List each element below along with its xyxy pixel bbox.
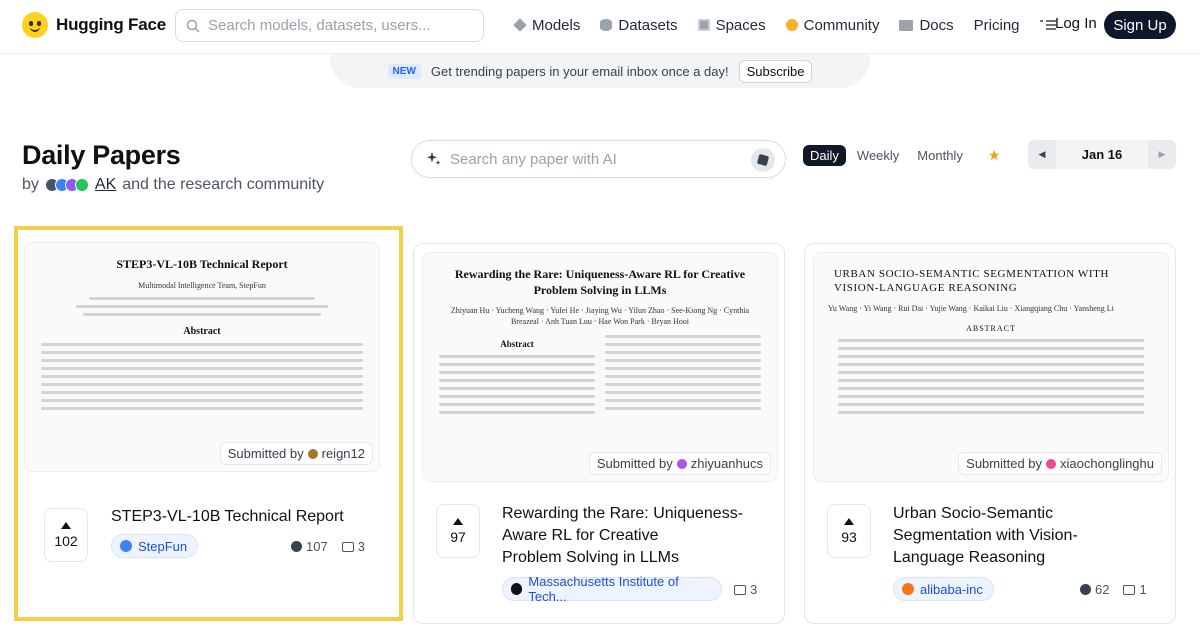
- paper-stats: 62 1: [1080, 582, 1147, 597]
- github-icon: [1080, 584, 1091, 595]
- github-icon: [291, 541, 302, 552]
- docs-icon: [899, 19, 914, 31]
- star-icon[interactable]: ★: [988, 147, 1001, 164]
- brand-logo[interactable]: Hugging Face: [22, 12, 166, 38]
- sparkle-icon: [427, 152, 441, 166]
- paper-card[interactable]: STEP3-VL-10B Technical Report Multimodal…: [14, 226, 403, 621]
- avatar: [307, 448, 318, 459]
- org-logo-icon: [902, 583, 914, 595]
- github-stars[interactable]: 107: [291, 539, 328, 554]
- current-date: Jan 16: [1081, 147, 1123, 162]
- comment-icon: [734, 584, 746, 595]
- avatar: [74, 178, 89, 192]
- paper-thumbnail[interactable]: STEP3-VL-10B Technical Report Multimodal…: [24, 242, 380, 472]
- brand-name: Hugging Face: [56, 15, 166, 34]
- comment-icon: [1123, 584, 1136, 595]
- newsletter-banner: NEW Get trending papers in your email in…: [330, 54, 870, 88]
- submitted-by[interactable]: Submitted by xiaochonglinghu: [958, 452, 1162, 475]
- paper-thumbnail[interactable]: URBAN SOCIO-SEMANTIC SEGMENTATION WITH V…: [813, 252, 1169, 482]
- upvote-button[interactable]: 102: [44, 508, 88, 562]
- comments-count[interactable]: 3: [341, 539, 365, 554]
- prev-date-icon[interactable]: ◀: [1028, 140, 1056, 169]
- next-date-icon[interactable]: ▶: [1148, 140, 1176, 169]
- paper-title[interactable]: STEP3-VL-10B Technical Report: [111, 506, 344, 528]
- upvote-button[interactable]: 97: [436, 504, 480, 558]
- page-title: Daily Papers: [22, 140, 181, 170]
- paper-title[interactable]: Urban Socio-Semantic Segmentation with V…: [893, 503, 1163, 569]
- date-navigator: ◀ Jan 16 ▶: [1028, 140, 1176, 169]
- org-pill[interactable]: alibaba-inc: [893, 577, 994, 601]
- nav-community[interactable]: Community: [785, 17, 879, 34]
- paper-thumbnail[interactable]: Rewarding the Rare: Uniqueness-Aware RL …: [422, 252, 778, 482]
- upvote-arrow-icon: [844, 517, 854, 525]
- datasets-icon: [600, 19, 613, 31]
- tab-daily[interactable]: Daily: [803, 145, 846, 166]
- upvote-button[interactable]: 93: [827, 504, 871, 558]
- tab-weekly[interactable]: Weekly: [850, 145, 906, 166]
- org-pill[interactable]: Massachusetts Institute of Tech...: [502, 574, 722, 604]
- byline: by AK and the research community: [22, 176, 325, 194]
- nav-pricing[interactable]: Pricing: [974, 17, 1020, 34]
- avatar-group: [44, 178, 89, 192]
- org-logo-icon: [511, 583, 523, 595]
- org-logo-icon: [120, 540, 132, 552]
- models-icon: [513, 18, 527, 32]
- paper-search[interactable]: [411, 140, 786, 178]
- submitted-by[interactable]: Submitted by reign12: [219, 442, 373, 465]
- org-pill[interactable]: StepFun: [111, 534, 199, 558]
- spaces-icon: [697, 19, 710, 31]
- comments-count[interactable]: 1: [1123, 582, 1147, 597]
- hugging-face-icon: [22, 12, 48, 38]
- paper-stats: 107 3: [291, 539, 365, 554]
- submitted-by[interactable]: Submitted by zhiyuanhucs: [588, 452, 771, 475]
- banner-text: Get trending papers in your email inbox …: [430, 63, 729, 79]
- paper-search-input[interactable]: [450, 150, 740, 168]
- community-icon: [785, 19, 798, 31]
- nav-datasets[interactable]: Datasets: [600, 17, 678, 34]
- random-paper-dice-icon[interactable]: [751, 148, 775, 172]
- paper-title[interactable]: Rewarding the Rare: Uniqueness- Aware RL…: [502, 503, 772, 569]
- paper-stats: 3: [734, 582, 757, 597]
- new-badge: NEW: [387, 63, 421, 79]
- nav-spaces[interactable]: Spaces: [697, 17, 766, 34]
- tab-monthly[interactable]: Monthly: [910, 145, 970, 166]
- paper-card[interactable]: URBAN SOCIO-SEMANTIC SEGMENTATION WITH V…: [804, 243, 1176, 624]
- avatar: [676, 458, 687, 469]
- github-stars[interactable]: 62: [1080, 582, 1109, 597]
- signup-button[interactable]: Sign Up: [1104, 11, 1176, 39]
- nav-docs[interactable]: Docs: [899, 17, 954, 34]
- top-nav: Hugging Face Models Datasets Spaces Comm…: [0, 0, 1200, 54]
- more-menu-icon[interactable]: [1039, 19, 1056, 31]
- login-link[interactable]: Log In: [1055, 15, 1097, 32]
- global-search[interactable]: [175, 9, 484, 42]
- nav-links: Models Datasets Spaces Community Docs Pr…: [513, 0, 1080, 50]
- author-link[interactable]: AK: [95, 176, 116, 194]
- comment-icon: [341, 541, 354, 552]
- period-tabs: Daily Weekly Monthly ★: [803, 145, 1000, 166]
- comments-count[interactable]: 3: [734, 582, 757, 597]
- nav-models[interactable]: Models: [513, 17, 580, 34]
- subscribe-button[interactable]: Subscribe: [738, 59, 813, 83]
- upvote-arrow-icon: [61, 521, 71, 529]
- global-search-input[interactable]: [208, 17, 468, 34]
- upvote-arrow-icon: [453, 517, 463, 525]
- search-icon: [186, 19, 200, 33]
- paper-card[interactable]: Rewarding the Rare: Uniqueness-Aware RL …: [413, 243, 785, 624]
- avatar: [1046, 458, 1057, 469]
